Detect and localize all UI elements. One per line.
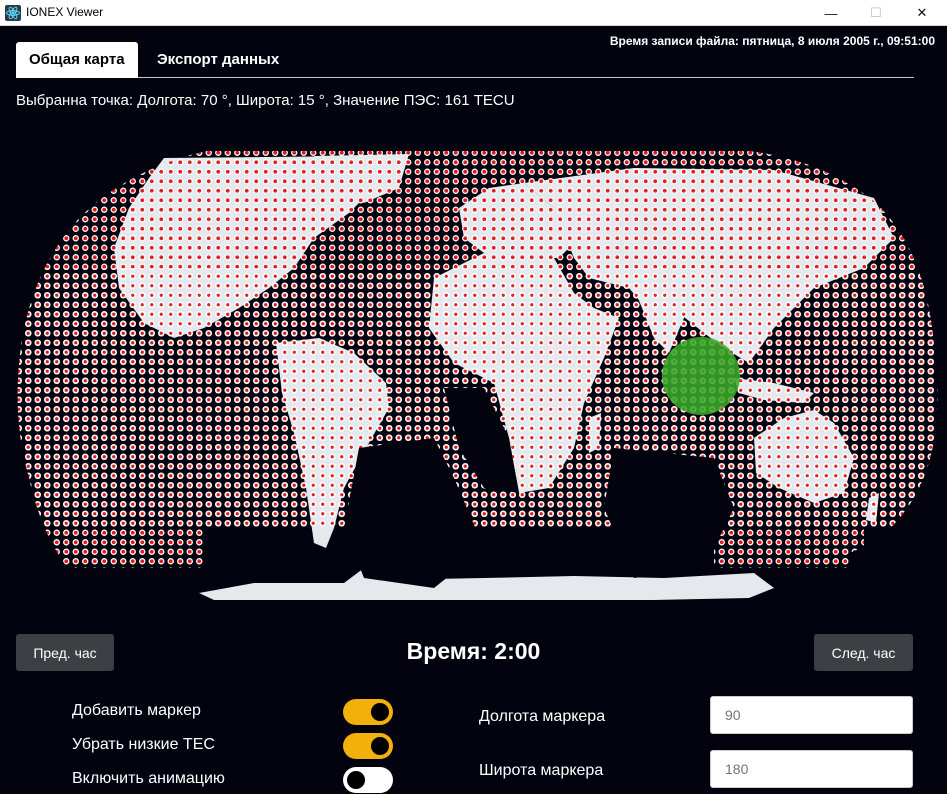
tab-general-map[interactable]: Общая карта xyxy=(16,42,138,78)
marker-longitude-input[interactable] xyxy=(710,696,913,734)
minimize-icon[interactable]: — xyxy=(808,0,854,26)
tec-dot-layer xyxy=(17,151,938,568)
selected-point-info: Выбранна точка: Долгота: 70 °, Широта: 1… xyxy=(16,92,515,109)
tab-data-export[interactable]: Экспорт данных xyxy=(144,42,292,78)
remove-low-tec-toggle[interactable] xyxy=(343,733,393,759)
marker-latitude-label: Широта маркера xyxy=(479,762,604,779)
toggle-knob xyxy=(371,737,389,755)
tab-bar: Общая карта Экспорт данных xyxy=(16,42,914,78)
remove-low-tec-label: Убрать низкие TEC xyxy=(72,736,215,753)
marker-latitude-input[interactable] xyxy=(710,750,913,788)
selected-marker[interactable] xyxy=(662,337,740,415)
current-time-title: Время: 2:00 xyxy=(406,638,541,664)
window-title: IONEX Viewer xyxy=(26,5,104,19)
add-marker-toggle[interactable] xyxy=(343,699,393,725)
marker-longitude-label: Долгота маркера xyxy=(479,708,606,725)
title-bar: IONEX Viewer — ☐ ✕ xyxy=(0,0,947,26)
toggle-knob xyxy=(371,703,389,721)
maximize-icon[interactable]: ☐ xyxy=(853,0,899,26)
enable-animation-toggle[interactable] xyxy=(343,767,393,793)
tec-world-map[interactable] xyxy=(14,148,938,603)
next-hour-button[interactable]: След. час xyxy=(814,634,913,671)
add-marker-label: Добавить маркер xyxy=(72,702,201,719)
close-icon[interactable]: ✕ xyxy=(899,0,945,26)
land-antarctica xyxy=(199,568,774,600)
app-icon xyxy=(5,5,21,21)
toggle-knob xyxy=(347,771,365,789)
enable-animation-label: Включить анимацию xyxy=(72,770,225,787)
